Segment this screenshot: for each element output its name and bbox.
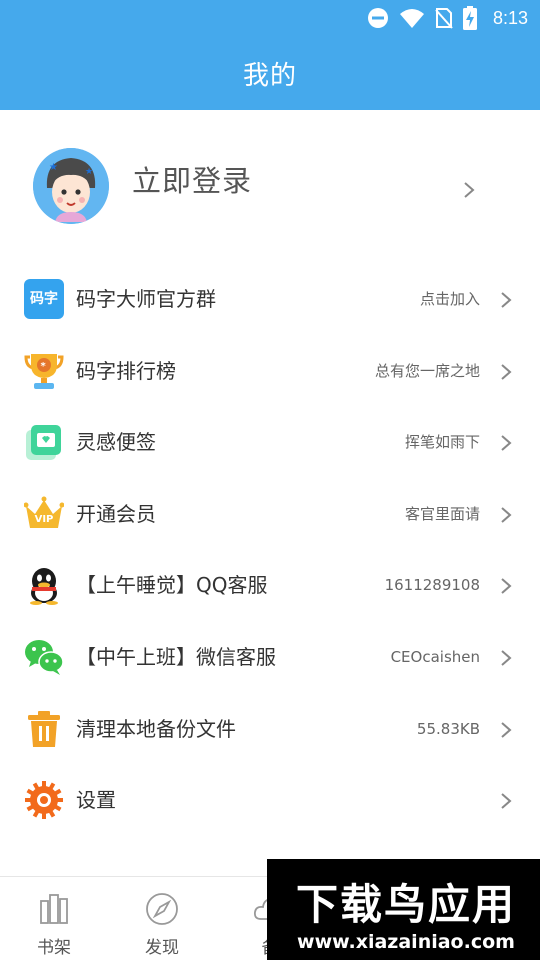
svg-text:★: ★ — [49, 162, 58, 173]
menu-value: 挥笔如雨下 — [404, 433, 480, 452]
tab-discover[interactable]: 发现 — [108, 877, 216, 960]
menu-value: CEOcaishen — [390, 647, 480, 666]
menu-item-wechat-service[interactable]: 【中午上班】微信客服 CEOcaishen — [0, 621, 540, 693]
trash-icon — [28, 710, 60, 747]
page-title: 我的 — [242, 60, 297, 91]
menu-item-leaderboard[interactable]: * 码字排行榜 总有您一席之地 — [0, 335, 540, 407]
app-bar: 我的 — [0, 36, 540, 110]
menu-label: 码字排行榜 — [76, 358, 176, 383]
svg-text:★: ★ — [85, 167, 93, 177]
chevron-right-icon — [501, 650, 512, 666]
chevron-right-icon — [501, 793, 512, 809]
menu-item-settings[interactable]: 设置 — [0, 764, 540, 836]
menu-label: 【中午上班】微信客服 — [76, 644, 276, 669]
menu-label: 设置 — [76, 788, 116, 813]
menu-label: 灵感便签 — [76, 430, 156, 455]
menu-label: 【上午睡觉】QQ客服 — [76, 573, 268, 598]
avatar[interactable]: ★ ★ — [33, 148, 109, 224]
maziqun-icon-text: 码字 — [30, 291, 58, 307]
status-bar: 8:13 — [0, 0, 540, 36]
chevron-right-icon — [501, 363, 512, 380]
svg-text:*: * — [41, 361, 47, 372]
menu-item-qq-service[interactable]: 【上午睡觉】QQ客服 1611289108 — [0, 549, 540, 621]
menu-label: 码字大师官方群 — [76, 287, 216, 311]
menu-value: 客官里面请 — [404, 504, 480, 523]
wifi-icon — [399, 9, 424, 28]
watermark: 下载鸟应用 www.xiazainiao.com — [267, 859, 540, 960]
login-row[interactable]: ★ ★ 立即登录 — [0, 110, 540, 260]
settings-gear-icon — [25, 781, 63, 820]
chevron-right-icon — [501, 292, 512, 308]
note-icon — [26, 425, 61, 461]
menu-label: 清理本地备份文件 — [76, 716, 236, 741]
chevron-right-icon — [501, 721, 512, 738]
battery-charging-icon — [462, 6, 477, 30]
chevron-right-icon — [464, 182, 475, 198]
vip-icon-text: VIP — [34, 513, 54, 525]
nav-label: 书架 — [37, 938, 71, 958]
menu-label: 开通会员 — [76, 501, 156, 526]
menu-item-clear-backup[interactable]: 清理本地备份文件 55.83KB — [0, 693, 540, 765]
trophy-icon: * — [24, 353, 64, 389]
wechat-icon — [25, 639, 64, 675]
watermark-url: www.xiazainiao.com — [297, 931, 515, 953]
tab-bookshelf[interactable]: 书架 — [0, 877, 108, 960]
menu-item-inspiration-notes[interactable]: 灵感便签 挥笔如雨下 — [0, 406, 540, 478]
chevron-right-icon — [501, 578, 512, 595]
menu-value: 点击加入 — [419, 290, 480, 308]
status-time: 8:13 — [492, 7, 528, 28]
qq-penguin-icon — [30, 568, 58, 606]
chevron-right-icon — [501, 507, 512, 523]
menu-value: 1611289108 — [384, 576, 480, 595]
menu-value: 总有您一席之地 — [374, 361, 480, 380]
watermark-title: 下载鸟应用 — [295, 880, 516, 929]
nav-label: 发现 — [145, 938, 179, 958]
menu-value: 55.83KB — [416, 719, 480, 738]
menu-item-membership[interactable]: VIP 开通会员 客官里面请 — [0, 478, 540, 550]
bookshelf-icon — [40, 894, 68, 924]
menu-item-official-group[interactable]: 码字 码字大师官方群 点击加入 — [0, 263, 540, 335]
no-sim-icon — [435, 8, 453, 29]
login-label[interactable]: 立即登录 — [132, 158, 252, 200]
do-not-disturb-icon — [367, 8, 388, 28]
menu-list: 码字 码字大师官方群 点击加入 * 码字排行榜 总有您一席之地 灵感便签 挥笔如… — [0, 263, 540, 836]
chevron-right-icon — [501, 435, 512, 451]
compass-icon — [146, 893, 178, 925]
status-icons: 8:13 — [367, 6, 528, 30]
